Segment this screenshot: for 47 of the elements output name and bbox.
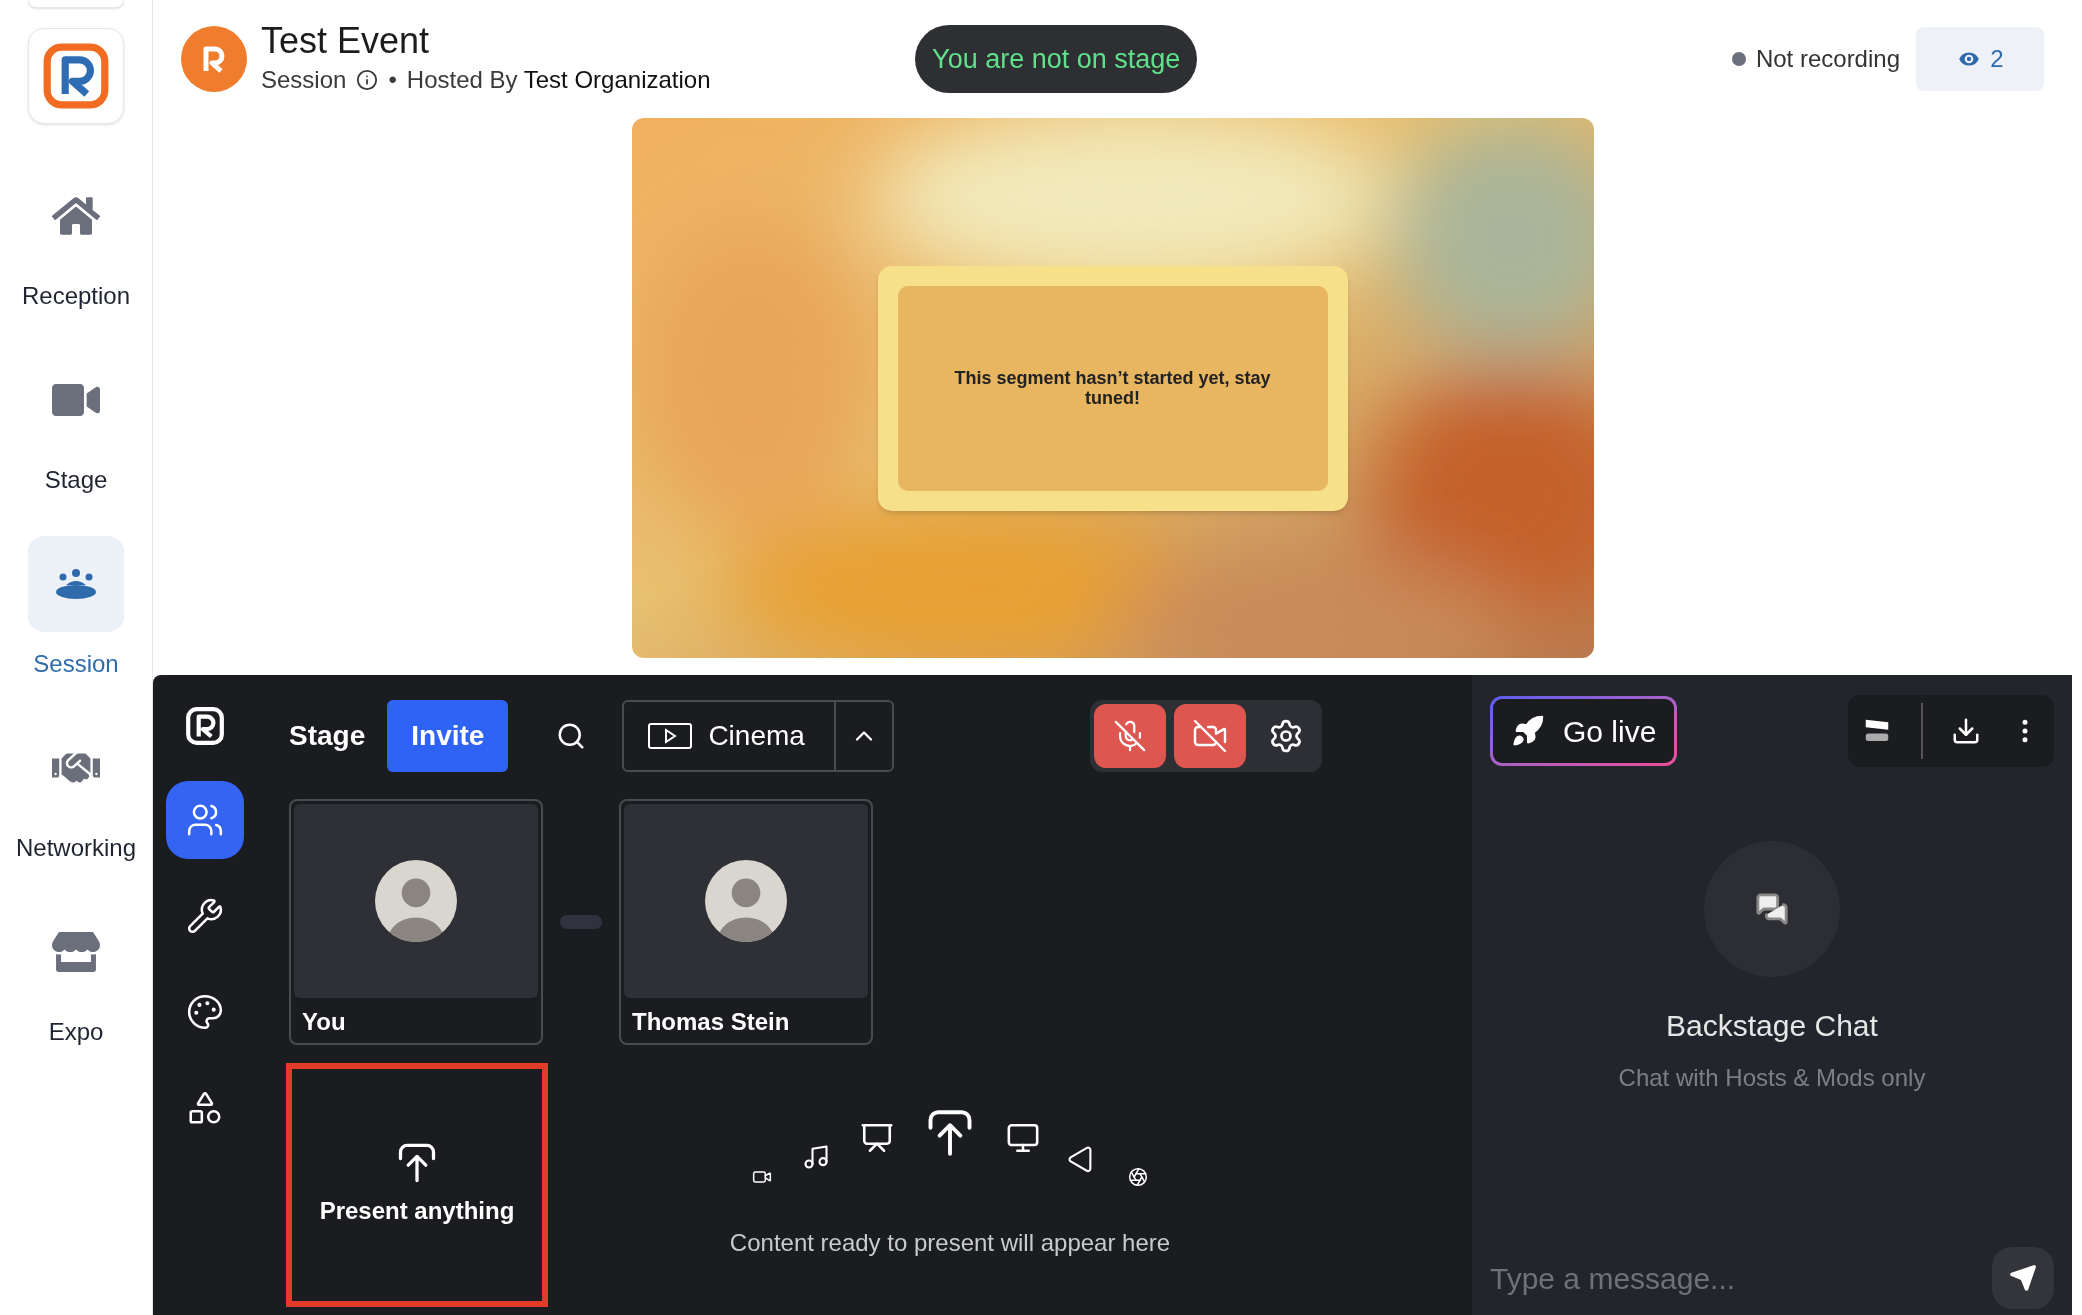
event-title: Test Event — [261, 20, 431, 62]
recording-status: Not recording — [1755, 44, 1900, 74]
muted-microphone-icon — [1113, 719, 1148, 753]
wrench-icon — [185, 897, 224, 935]
logo-icon — [183, 705, 226, 747]
connector-pill — [560, 915, 602, 929]
participant-tile[interactable]: Thomas Stein — [619, 799, 873, 1045]
stage-status-pill: You are not on stage — [915, 24, 1198, 94]
participant-tile[interactable]: You — [289, 799, 543, 1045]
segment-message: This segment hasn’t started yet, stay tuned! — [953, 368, 1272, 408]
go-live-button[interactable]: Go live — [1490, 696, 1678, 766]
host-line: Hosted By Test Organization — [406, 65, 711, 95]
chat-subtitle: Chat with Hosts & Mods only — [1618, 1063, 1926, 1093]
aperture-icon — [1128, 1167, 1148, 1187]
participant-name: You — [301, 1007, 347, 1037]
microphone-button[interactable] — [1094, 704, 1167, 768]
chat-title: Backstage Chat — [1666, 1008, 1878, 1044]
play-icon — [648, 723, 693, 749]
viewer-count-button[interactable]: 2 — [1916, 27, 2044, 91]
layout-label: Cinema — [708, 719, 805, 753]
chat-bubbles-icon — [1755, 892, 1789, 926]
present-anything-tile[interactable]: Present anything — [286, 1063, 548, 1307]
stage-title: Stage — [289, 719, 366, 753]
music-icon — [802, 1143, 830, 1171]
sidebar-item[interactable]: Networking — [1, 720, 151, 866]
rocket-icon — [1511, 714, 1545, 748]
separator: • — [388, 65, 397, 95]
sidebar-item[interactable]: Session — [1, 536, 151, 682]
tool-button[interactable] — [165, 781, 244, 859]
camera-button[interactable] — [1174, 704, 1247, 768]
invite-button[interactable]: Invite — [387, 700, 509, 772]
empty-state-message: Content ready to present will appear here — [729, 1228, 1171, 1258]
download-icon[interactable] — [1951, 716, 1982, 746]
session-label: Session — [261, 65, 347, 95]
info-icon[interactable] — [356, 69, 379, 91]
message-input[interactable]: Type a message... — [1490, 1255, 1982, 1301]
sidebar-item[interactable]: Expo — [1, 904, 151, 1050]
send-button[interactable] — [1992, 1247, 2054, 1309]
participant-name: Thomas Stein — [631, 1007, 791, 1037]
monitor-icon — [1006, 1121, 1040, 1155]
send-icon — [2009, 1264, 2037, 1292]
camera-off-icon — [1192, 718, 1229, 754]
palette-icon — [185, 993, 224, 1031]
sidebar-item[interactable]: Reception — [1, 168, 151, 314]
layout-select[interactable]: Cinema — [622, 700, 895, 772]
sidebar-item[interactable]: Stage — [1, 352, 151, 498]
presentation-icon — [860, 1121, 894, 1155]
